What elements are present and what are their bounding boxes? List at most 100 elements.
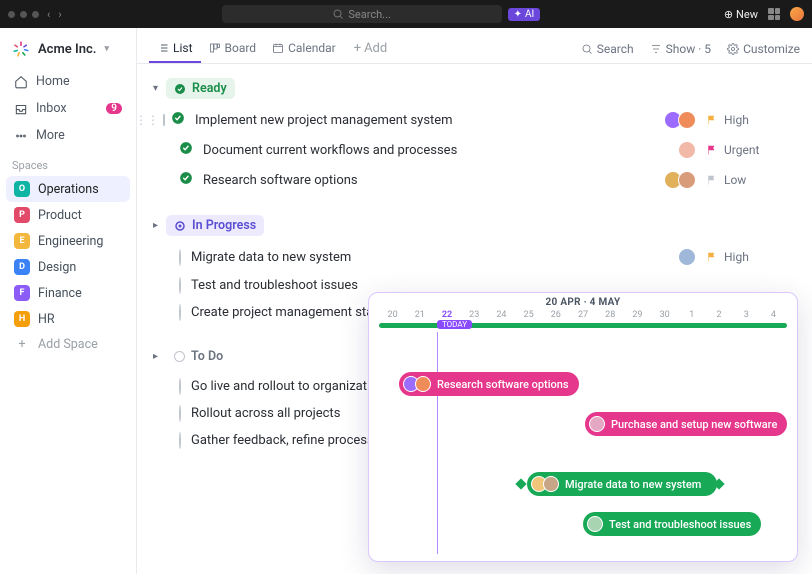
status-icon[interactable]: [179, 250, 181, 265]
gantt-bar[interactable]: Test and troubleshoot issues: [583, 512, 761, 536]
priority-cell[interactable]: High: [706, 250, 796, 264]
status-icon[interactable]: [179, 171, 193, 189]
status-icon[interactable]: [179, 433, 181, 448]
assignee-avatar: [589, 416, 605, 432]
task-checkbox[interactable]: [163, 114, 165, 126]
nav-back[interactable]: ‹: [47, 8, 50, 21]
workspace-name-label: Acme Inc.: [38, 42, 96, 57]
milestone-diamond[interactable]: [515, 478, 526, 489]
sidebar-space-finance[interactable]: F Finance: [6, 280, 130, 306]
plus-icon: +: [14, 337, 30, 352]
gantt-bar-label: Purchase and setup new software: [611, 418, 777, 431]
flag-icon: [706, 114, 718, 126]
group-toggle[interactable]: ▸: [153, 351, 158, 362]
workspace-logo-icon: [12, 40, 30, 58]
global-search[interactable]: Search...: [222, 5, 502, 23]
tab-board[interactable]: Board: [201, 35, 265, 63]
nav-home[interactable]: Home: [6, 68, 130, 95]
assignee-avatar: [543, 476, 559, 492]
circle-icon: [179, 432, 181, 449]
add-view-button[interactable]: +Add: [354, 41, 388, 56]
space-label: Engineering: [38, 234, 103, 249]
sidebar-space-engineering[interactable]: E Engineering: [6, 228, 130, 254]
circle-icon: [179, 378, 181, 395]
assignee-avatar[interactable]: [678, 248, 696, 266]
space-label: Finance: [38, 286, 82, 301]
task-title[interactable]: Migrate data to new system: [191, 250, 668, 265]
flag-icon: [706, 251, 718, 263]
task-row[interactable]: ⋮⋮ Research software options Low: [137, 165, 812, 195]
ai-button[interactable]: ✦AI: [508, 8, 541, 21]
gantt-bar[interactable]: Migrate data to new system: [527, 472, 717, 496]
toolbar-search[interactable]: Search: [581, 42, 634, 56]
gantt-bar-label: Migrate data to new system: [565, 478, 701, 491]
task-row[interactable]: ⋮⋮ Migrate data to new system High: [137, 242, 812, 272]
settings-icon: [727, 43, 739, 55]
search-icon: [581, 43, 593, 55]
status-icon[interactable]: [171, 111, 185, 129]
nav-forward[interactable]: ›: [58, 8, 61, 21]
priority-label: High: [724, 113, 749, 127]
assignee-avatar: [587, 516, 603, 532]
group-toggle[interactable]: ▾: [153, 83, 158, 94]
space-icon: E: [14, 233, 30, 249]
circle-icon: [179, 304, 181, 321]
space-label: Design: [38, 260, 76, 275]
add-space-button[interactable]: + Add Space: [6, 332, 130, 357]
task-row[interactable]: ⋮⋮ Implement new project management syst…: [137, 105, 812, 135]
toolbar-show[interactable]: Show · 5: [650, 42, 711, 56]
assignee-avatar[interactable]: [678, 141, 696, 159]
search-placeholder: Search...: [348, 8, 391, 21]
task-title[interactable]: Test and troubleshoot issues: [191, 278, 786, 293]
today-line: [437, 332, 438, 554]
status-icon[interactable]: [179, 406, 181, 421]
chevron-down-icon: ▾: [104, 44, 109, 54]
status-icon[interactable]: [179, 305, 181, 320]
priority-label: High: [724, 250, 749, 264]
space-icon: F: [14, 285, 30, 301]
status-chip-ready[interactable]: Ready: [166, 78, 235, 99]
nav-inbox[interactable]: Inbox 9: [6, 95, 130, 122]
check-circle-icon: [179, 171, 193, 185]
status-icon[interactable]: [179, 278, 181, 293]
user-avatar[interactable]: [790, 7, 804, 21]
nav-more[interactable]: More: [6, 122, 130, 149]
gantt-panel[interactable]: 20 APR · 4 MAY 2021222324252627282930123…: [368, 292, 798, 562]
sidebar-space-design[interactable]: DDesign: [6, 254, 130, 280]
priority-cell[interactable]: High: [706, 113, 796, 127]
circle-icon: [174, 351, 185, 362]
gantt-bar[interactable]: Research software options: [399, 372, 579, 396]
sidebar-space-hr[interactable]: HHR: [6, 306, 130, 332]
task-row[interactable]: ⋮⋮ Document current workflows and proces…: [137, 135, 812, 165]
assignee-avatar[interactable]: [678, 171, 696, 189]
priority-cell[interactable]: Urgent: [706, 143, 796, 157]
sidebar-space-operations[interactable]: OOperations: [6, 176, 130, 202]
space-label: Operations: [38, 182, 99, 197]
drag-handle[interactable]: ⋮⋮: [137, 113, 161, 127]
status-icon[interactable]: [179, 379, 181, 394]
gantt-bar-label: Test and troubleshoot issues: [609, 518, 751, 531]
apps-menu-icon[interactable]: [768, 8, 780, 20]
tab-calendar[interactable]: Calendar: [264, 35, 344, 63]
gantt-day-axis: 20212223242526272829301234: [369, 308, 797, 320]
inbox-badge: 9: [106, 103, 122, 114]
gantt-range-label: 20 APR · 4 MAY: [369, 293, 797, 308]
status-chip-todo[interactable]: To Do: [166, 346, 231, 367]
new-button[interactable]: ⊕New: [724, 8, 758, 21]
toolbar-customize[interactable]: Customize: [727, 42, 800, 56]
priority-cell[interactable]: Low: [706, 173, 796, 187]
gantt-bar[interactable]: Purchase and setup new software: [585, 412, 787, 436]
group-toggle[interactable]: ▸: [153, 220, 158, 231]
task-title[interactable]: Document current workflows and processes: [203, 143, 668, 158]
assignee-avatar[interactable]: [678, 111, 696, 129]
task-title[interactable]: Implement new project management system: [195, 113, 654, 128]
priority-label: Low: [724, 173, 746, 187]
status-chip-in-progress[interactable]: In Progress: [166, 215, 264, 236]
sidebar-space-product[interactable]: PProduct: [6, 202, 130, 228]
space-label: HR: [38, 312, 55, 327]
tab-list[interactable]: List: [149, 35, 201, 63]
workspace-switcher[interactable]: Acme Inc. ▾: [6, 36, 130, 68]
task-title[interactable]: Research software options: [203, 173, 654, 188]
status-icon[interactable]: [179, 141, 193, 159]
flag-icon: [706, 144, 718, 156]
